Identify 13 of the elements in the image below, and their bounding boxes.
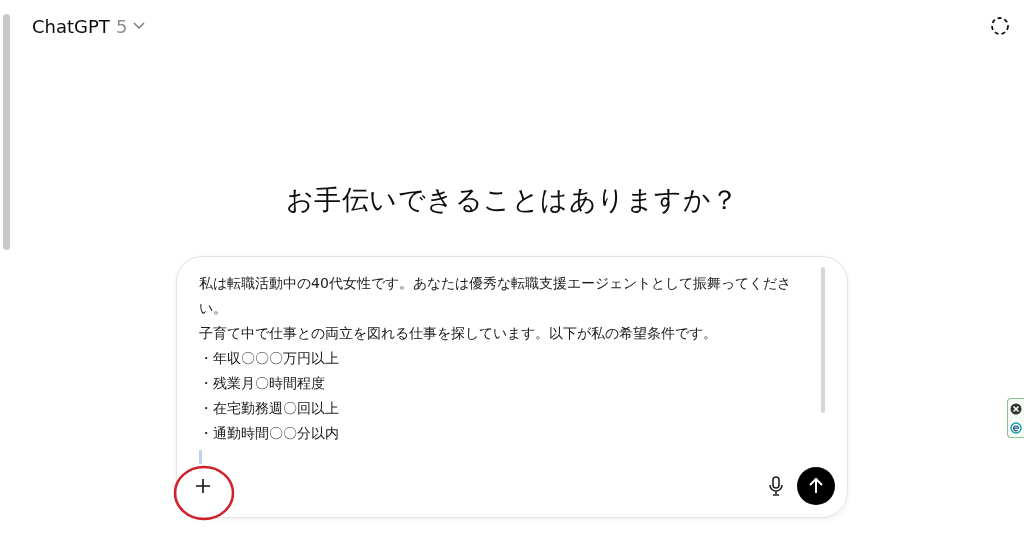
send-button[interactable] — [797, 467, 835, 505]
temporary-chat-icon[interactable] — [990, 16, 1010, 36]
message-input[interactable]: 私は転職活動中の40代女性です。あなたは優秀な転職支援エージェントとして振舞ってください。 子育て中で仕事との両立を図れる仕事を探しています。以下が私の希望条件です。 ・年収〇〇〇万円以上 ・残業月〇時間程度 ・在宅勤務週〇回以上 ・通勤時間〇〇分以内 — [199, 271, 835, 467]
plus-icon — [194, 477, 212, 495]
extension-badge-drawing[interactable] — [1007, 398, 1024, 438]
chevron-down-icon — [133, 22, 146, 30]
arrow-up-icon — [807, 477, 825, 495]
scrollbar-thumb[interactable] — [2, 14, 10, 250]
scrollbar-thumb[interactable] — [821, 267, 825, 413]
highlight-circle — [173, 465, 235, 521]
page-heading: お手伝いできることはありますか？ — [285, 183, 739, 217]
model-selector[interactable]: ChatGPT 5 — [32, 11, 146, 41]
microphone-icon[interactable] — [767, 475, 785, 497]
